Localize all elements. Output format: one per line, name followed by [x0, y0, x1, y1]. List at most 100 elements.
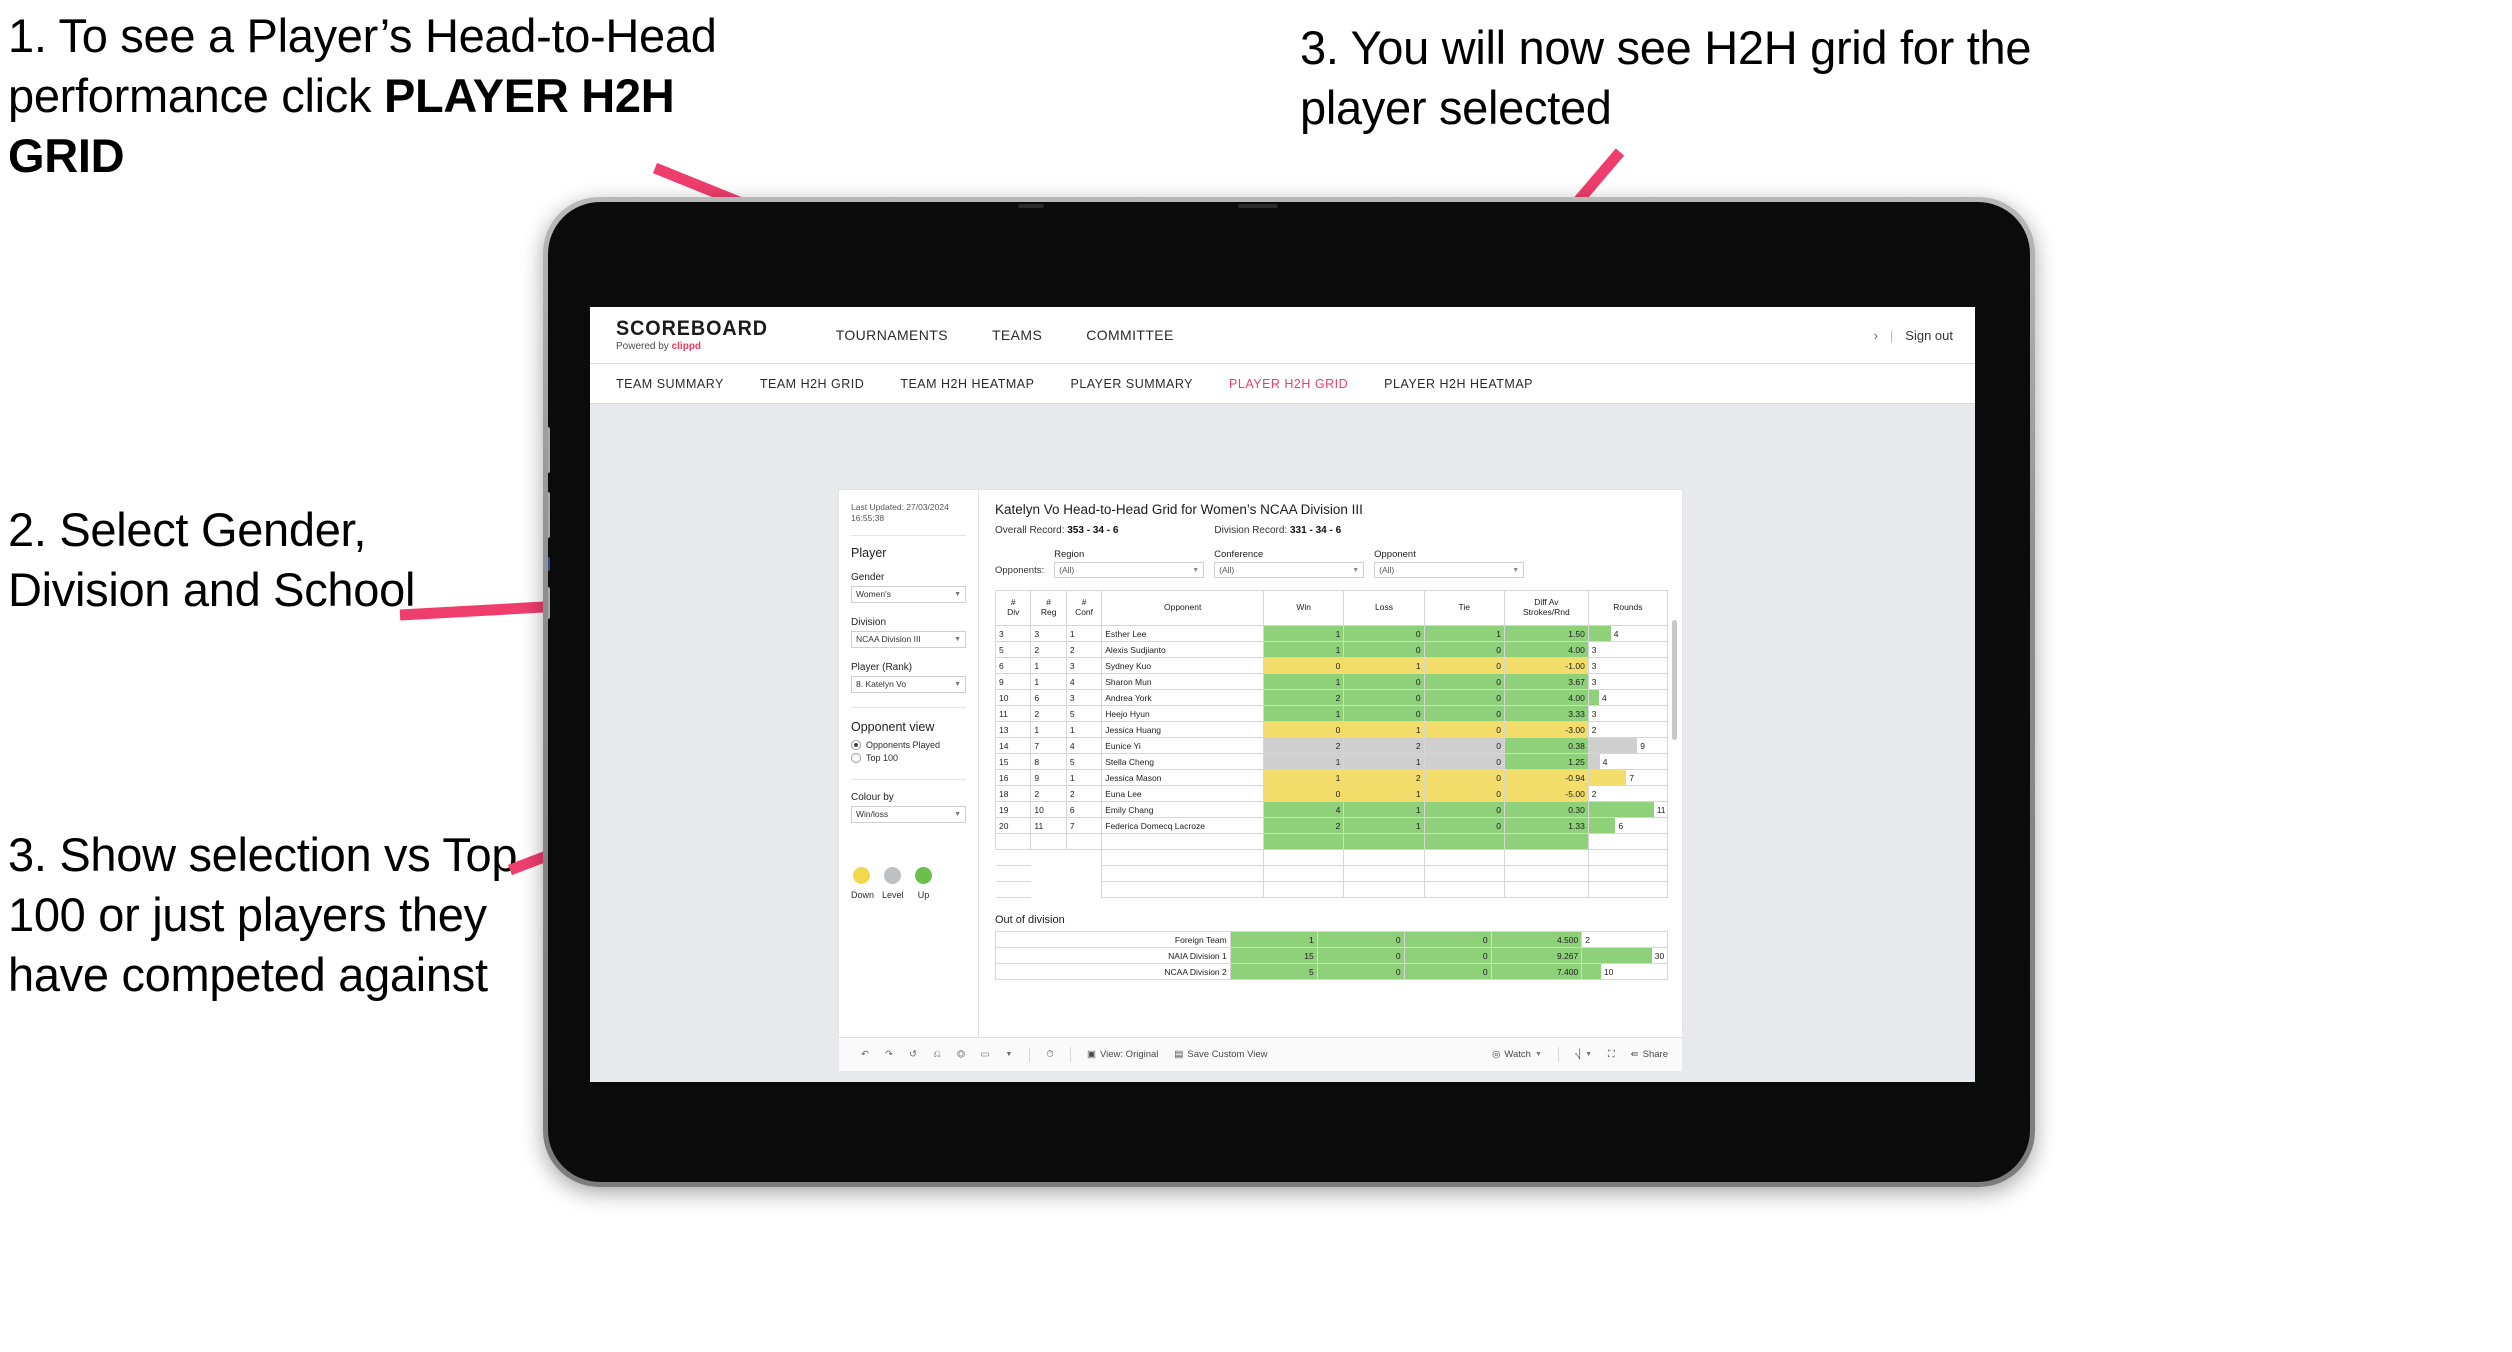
brand-logo[interactable]: SCOREBOARD Powered by clippd [616, 318, 778, 352]
cell-opponent: Eunice Yi [1101, 737, 1265, 754]
radio-unselected-icon [851, 752, 861, 763]
record-summary-row: Overall Record: 353 - 34 - 6 Division Re… [995, 525, 1668, 536]
out-of-division-row[interactable]: NCAA Division 2 5 0 0 7.400 10 [995, 963, 1668, 980]
undo-icon[interactable]: ↶ [853, 1043, 877, 1067]
table-row[interactable]: 16 9 1 Jessica Mason 1 2 0 -0.94 7 [994, 769, 1669, 786]
gender-filter-select[interactable]: Women's ▼ [851, 585, 966, 603]
tab-player-summary[interactable]: PLAYER SUMMARY [1070, 377, 1193, 391]
filter-sidebar: Last Updated: 27/03/2024 16:55:38 Player… [839, 490, 979, 1037]
divider [1070, 1047, 1071, 1062]
viz-main-panel: Katelyn Vo Head-to-Head Grid for Women’s… [979, 490, 1682, 1037]
division-filter-select[interactable]: NCAA Division III ▼ [851, 630, 966, 648]
clock-icon[interactable]: ⏱ [1038, 1043, 1062, 1067]
view-original-button[interactable]: ▣ View: Original [1079, 1049, 1166, 1060]
watch-icon: ◎ [1492, 1049, 1501, 1060]
radio-opponents-played[interactable]: Opponents Played [851, 739, 966, 750]
sign-out-link[interactable]: Sign out [1905, 328, 1953, 343]
download-button[interactable]: ⎷ ▼ [1567, 1049, 1600, 1060]
annotation-step-3: 3. Show selection vs Top 100 or just pla… [8, 828, 518, 1002]
nav-item-committee[interactable]: COMMITTEE [1064, 307, 1196, 363]
nav-item-teams[interactable]: TEAMS [970, 307, 1064, 363]
cell-ood-diff: 4.500 [1490, 931, 1583, 948]
redo-icon[interactable]: ↷ [877, 1043, 901, 1067]
table-vertical-scrollbar[interactable] [1672, 620, 1677, 740]
cell-conf: 3 [1065, 657, 1103, 674]
out-of-division-row[interactable]: NAIA Division 1 15 0 0 9.267 30 [995, 947, 1668, 964]
cell-win: 1 [1263, 705, 1345, 722]
save-custom-view-button[interactable]: ▤ Save Custom View [1166, 1049, 1275, 1060]
col-div: # Div [994, 590, 1032, 626]
out-of-division-row[interactable]: Foreign Team 1 0 0 4.500 2 [995, 931, 1668, 948]
cell-opponent: Heejo Hyun [1101, 705, 1265, 722]
volume-up-button[interactable] [548, 427, 550, 473]
table-row[interactable]: 5 2 2 Alexis Sudjianto 1 0 0 4.00 3 [994, 641, 1669, 658]
opponents-label: Opponents: [995, 565, 1045, 576]
radio-top-100[interactable]: Top 100 [851, 752, 966, 763]
cell-loss: 0 [1343, 625, 1425, 642]
table-row[interactable]: 10 6 3 Andrea York 2 0 0 4.00 4 [994, 689, 1669, 706]
overall-record: Overall Record: 353 - 34 - 6 [995, 525, 1118, 536]
h2h-grid-body: 3 3 1 Esther Lee 1 0 1 1.50 4 5 2 2 Alexis Sudjianto… [994, 625, 1669, 898]
share-button[interactable]: ⇚ Share [1623, 1049, 1682, 1060]
volume-down-button[interactable] [548, 492, 550, 538]
divider [851, 534, 966, 536]
cell-reg: 3 [1030, 625, 1067, 642]
col-reg-l1: # [1046, 597, 1051, 608]
tab-player-h2h-heatmap[interactable]: PLAYER H2H HEATMAP [1384, 377, 1533, 391]
watch-button[interactable]: ◎ Watch ▼ [1484, 1049, 1550, 1060]
cell-ood-rounds: 30 [1581, 947, 1668, 964]
table-row[interactable]: 6 1 3 Sydney Kuo 0 1 0 -1.00 3 [994, 657, 1669, 674]
tab-team-h2h-grid[interactable]: TEAM H2H GRID [760, 377, 864, 391]
pause-icon[interactable]: ⏣ [949, 1043, 973, 1067]
h2h-table-wrapper: # Div # Reg # Conf Opponent Win Loss Tie Di… [994, 590, 1677, 898]
refresh-icon[interactable]: ⎌ [925, 1043, 949, 1067]
rect-select-icon[interactable]: ▭ [973, 1043, 997, 1067]
colour-by-select[interactable]: Win/loss ▼ [851, 805, 966, 823]
fullscreen-button[interactable]: ⛶ [1600, 1049, 1623, 1060]
caret-down-icon[interactable]: ▼ [997, 1043, 1021, 1067]
cell-conf: 3 [1065, 689, 1103, 706]
revert-icon[interactable]: ↺ [901, 1043, 925, 1067]
table-row[interactable]: 11 2 5 Heejo Hyun 1 0 0 3.33 3 [994, 705, 1669, 722]
nav-item-tournaments[interactable]: TOURNAMENTS [814, 307, 970, 363]
tablet-device-frame: SCOREBOARD Powered by clippd TOURNAMENTS… [543, 197, 2035, 1187]
cell-reg: 11 [1030, 817, 1067, 834]
tab-team-h2h-heatmap[interactable]: TEAM H2H HEATMAP [900, 377, 1034, 391]
chevron-down-icon: ▼ [954, 590, 961, 598]
tableau-viz: Last Updated: 27/03/2024 16:55:38 Player… [839, 490, 1682, 1037]
table-row[interactable]: 13 1 1 Jessica Huang 0 1 0 -3.00 2 [994, 721, 1669, 738]
table-row[interactable]: 20 11 7 Federica Domecq Lacroze 2 1 0 1.33 6 [994, 817, 1669, 834]
chevron-down-icon: ▼ [954, 635, 961, 643]
annotation-step-4: 3. You will now see H2H grid for the pla… [1300, 21, 2032, 135]
opponent-filter-select[interactable]: (All) ▼ [1374, 562, 1525, 578]
save-custom-view-label: Save Custom View [1187, 1049, 1268, 1060]
table-row[interactable]: 15 8 5 Stella Cheng 1 1 0 1.25 4 [994, 753, 1669, 770]
table-row[interactable]: 19 10 6 Emily Chang 4 1 0 0.30 11 [994, 801, 1669, 818]
col-tie: Tie [1423, 590, 1505, 626]
cell-diff: 1.25 [1503, 753, 1589, 770]
cell-rounds: 11 [1587, 801, 1669, 818]
player-filter-value: 8. Katelyn Vo [856, 679, 907, 690]
table-row[interactable]: 18 2 2 Euna Lee 0 1 0 -5.00 2 [994, 785, 1669, 802]
region-filter-select[interactable]: (All) ▼ [1054, 562, 1205, 578]
tab-player-h2h-grid[interactable]: PLAYER H2H GRID [1229, 377, 1348, 391]
region-filter-caption: Region [1054, 549, 1085, 560]
cell-win: 2 [1263, 689, 1345, 706]
cell-diff: 0.38 [1503, 737, 1589, 754]
player-filter-select[interactable]: 8. Katelyn Vo ▼ [851, 675, 966, 693]
division-filter-label: Division [851, 616, 887, 628]
cell-ood-name: NAIA Division 1 [995, 947, 1231, 964]
table-row[interactable]: 14 7 4 Eunice Yi 2 2 0 0.38 9 [994, 737, 1669, 754]
cell-diff: 3.67 [1503, 673, 1589, 690]
cell-ood-rounds: 2 [1581, 931, 1668, 948]
power-button[interactable] [548, 587, 550, 619]
cell-loss: 1 [1343, 817, 1425, 834]
chevron-right-icon[interactable]: › [1874, 328, 1878, 343]
out-of-division-body: Foreign Team 1 0 0 4.500 2 NAIA Division 1 15 0 0… [995, 931, 1668, 980]
table-row[interactable]: 3 3 1 Esther Lee 1 0 1 1.50 4 [994, 625, 1669, 642]
table-row[interactable]: 9 1 4 Sharon Mun 1 0 0 3.67 3 [994, 673, 1669, 690]
radio-top-100-label: Top 100 [866, 752, 899, 763]
tab-team-summary[interactable]: TEAM SUMMARY [616, 377, 724, 391]
conference-filter-select[interactable]: (All) ▼ [1214, 562, 1365, 578]
cell-loss: 1 [1343, 753, 1425, 770]
